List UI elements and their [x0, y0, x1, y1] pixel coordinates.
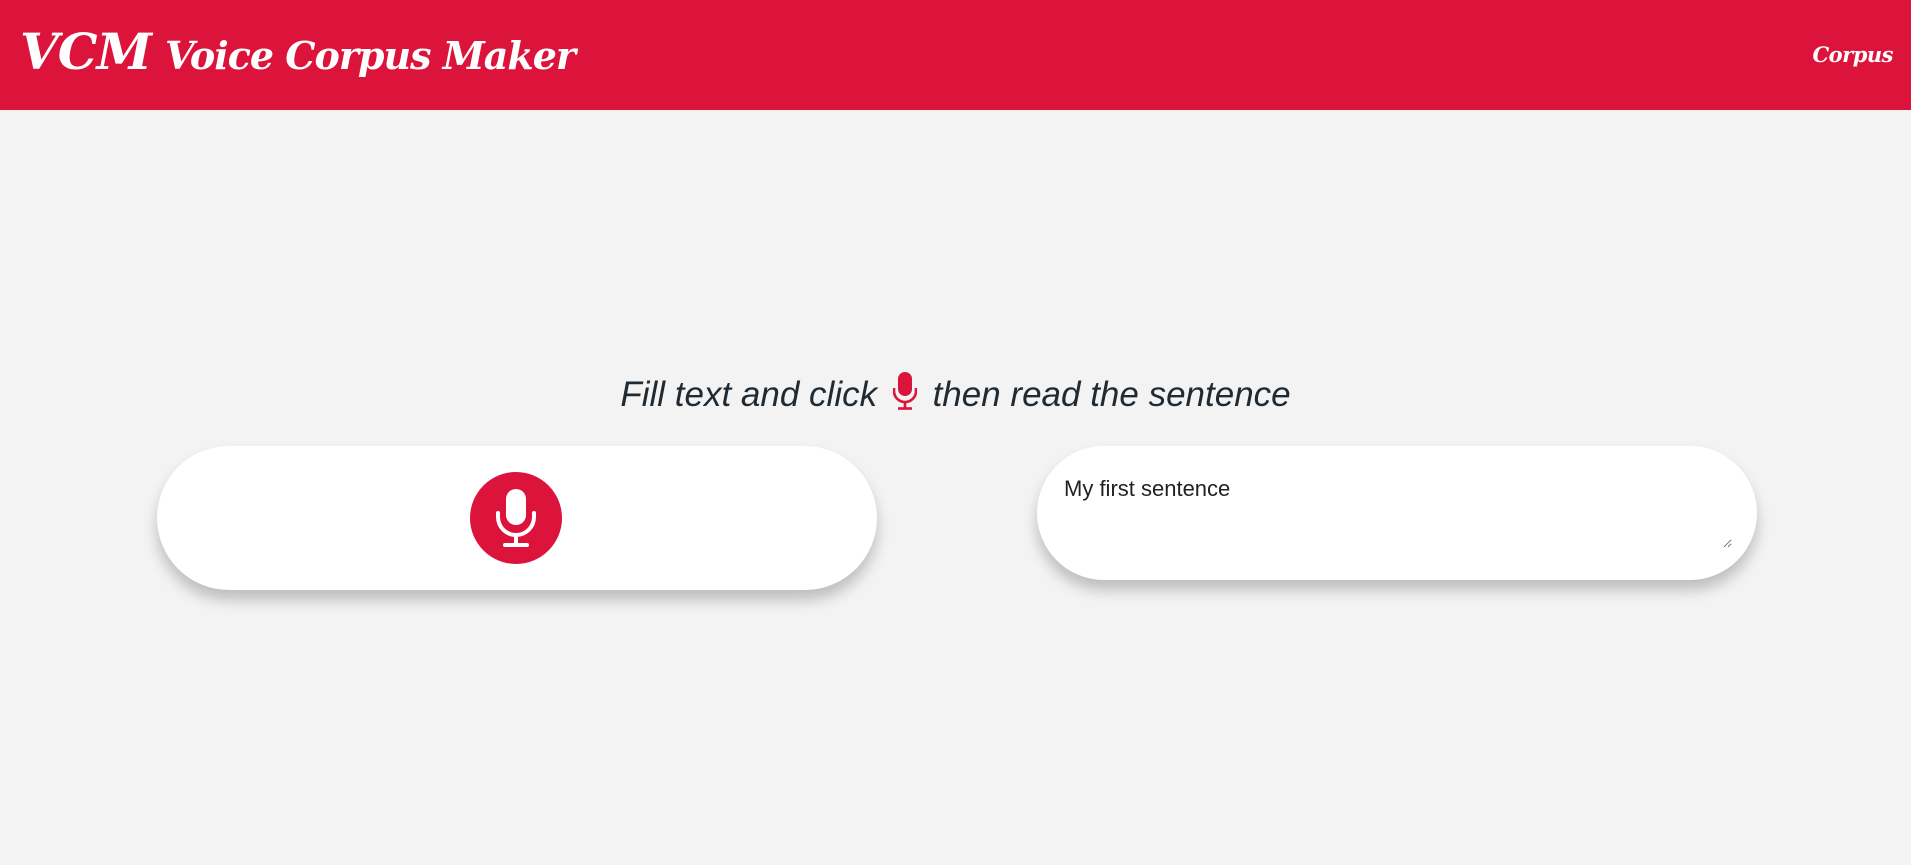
- sentence-textarea[interactable]: My first sentence: [1064, 476, 1732, 548]
- top-navbar: VCM Voice Corpus Maker Corpus: [0, 0, 1911, 110]
- microphone-icon: [892, 372, 918, 419]
- brand-link[interactable]: VCM Voice Corpus Maker: [20, 22, 576, 81]
- sentence-card: My first sentence: [1037, 446, 1757, 580]
- microphone-icon: [494, 487, 538, 549]
- instruction-before: Fill text and click: [620, 375, 878, 414]
- instruction-after: then read the sentence: [932, 375, 1291, 414]
- brand-name: Voice Corpus Maker: [164, 33, 576, 78]
- instruction-text: Fill text and click then read the senten…: [0, 372, 1911, 419]
- record-card: [157, 446, 877, 590]
- nav-link-corpus[interactable]: Corpus: [1812, 42, 1893, 67]
- record-button[interactable]: [470, 472, 562, 564]
- brand-abbreviation: VCM: [20, 22, 152, 81]
